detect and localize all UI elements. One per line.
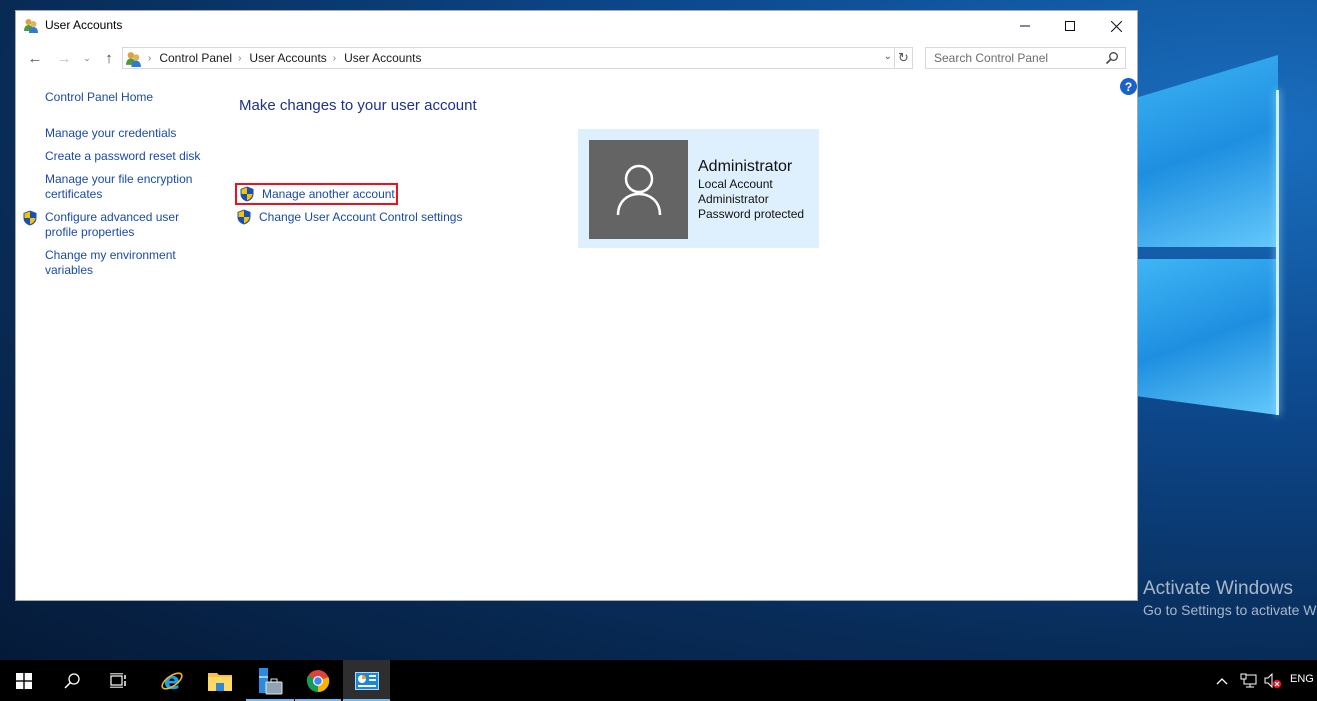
back-button[interactable]: ←: [25, 48, 45, 68]
forward-button[interactable]: →: [54, 48, 74, 68]
user-icon: [616, 164, 661, 215]
internet-explorer-button[interactable]: e: [148, 660, 195, 701]
show-hidden-icons-button[interactable]: [1216, 660, 1228, 701]
navigation-bar: ← → ⌄ ↑ › Control Panel › User Accounts …: [16, 45, 1137, 71]
folder-icon: [207, 672, 232, 691]
start-button[interactable]: [0, 660, 47, 701]
minimize-button[interactable]: [1002, 11, 1048, 41]
uac-settings-link[interactable]: Change User Account Control settings: [259, 210, 462, 225]
account-type: Local Account: [698, 177, 773, 191]
wallpaper-pane: [1138, 259, 1278, 415]
chevron-right-icon[interactable]: ›: [333, 53, 336, 64]
breadcrumb-control-panel[interactable]: Control Panel: [159, 51, 232, 65]
title-bar[interactable]: User Accounts: [16, 11, 1137, 41]
watermark-title: Activate Windows: [1143, 578, 1293, 599]
address-bar[interactable]: › Control Panel › User Accounts › User A…: [122, 47, 913, 69]
close-button[interactable]: [1093, 11, 1139, 41]
account-role: Administrator: [698, 192, 769, 206]
file-explorer-button[interactable]: [196, 660, 243, 701]
refresh-button[interactable]: ↻: [894, 48, 912, 68]
uac-shield-icon: [237, 209, 251, 225]
avatar: [589, 140, 688, 239]
server-manager-button[interactable]: [246, 660, 294, 701]
wallpaper-pane: [1138, 55, 1278, 247]
manage-another-account-link[interactable]: Manage another account: [262, 187, 395, 202]
control-panel-button[interactable]: [343, 660, 390, 701]
uac-shield-icon: [240, 186, 254, 202]
sidebar-item-password-reset-disk[interactable]: Create a password reset disk: [45, 149, 215, 164]
address-dropdown-icon[interactable]: ⌄: [884, 51, 892, 62]
breadcrumb-user-accounts-current[interactable]: User Accounts: [344, 51, 421, 65]
task-view-button[interactable]: [95, 660, 142, 701]
sidebar-item-environment-variables[interactable]: Change my environment variables: [45, 248, 195, 278]
sidebar-item-file-encryption-certificates[interactable]: Manage your file encryption certificates: [45, 172, 205, 202]
window-title: User Accounts: [45, 18, 123, 32]
maximize-icon: [1065, 21, 1075, 31]
page-heading: Make changes to your user account: [239, 97, 477, 114]
server-manager-icon: [259, 667, 283, 694]
search-button[interactable]: [48, 660, 95, 701]
user-accounts-icon: [126, 51, 141, 67]
help-icon[interactable]: ?: [1120, 78, 1137, 95]
close-icon: [1110, 20, 1122, 32]
arrow-left-icon: ←: [27, 49, 43, 67]
up-button[interactable]: ↑: [100, 48, 118, 68]
search-input[interactable]: [934, 51, 1104, 65]
control-panel-icon: [354, 671, 379, 690]
watermark-subtitle: Go to Settings to activate Windows.: [1143, 602, 1317, 618]
sidebar-item-manage-credentials[interactable]: Manage your credentials: [45, 126, 215, 141]
maximize-button[interactable]: [1047, 11, 1093, 41]
chevron-right-icon[interactable]: ›: [148, 53, 151, 64]
taskbar: e ENG: [0, 660, 1317, 701]
search-icon[interactable]: [1105, 51, 1119, 65]
uac-shield-icon: [23, 210, 37, 226]
arrow-right-icon: →: [56, 49, 72, 67]
network-icon: [1240, 673, 1257, 688]
account-name: Administrator: [698, 158, 793, 175]
user-accounts-icon: [24, 19, 38, 33]
account-card: Administrator Local Account Administrato…: [578, 129, 819, 248]
manage-another-account-task[interactable]: Manage another account: [235, 183, 398, 205]
windows-logo-icon: [15, 672, 32, 689]
user-accounts-window: User Accounts ← → ⌄ ↑ › Control Panel › …: [15, 10, 1138, 601]
task-view-icon: [110, 673, 126, 688]
arrow-up-icon: ↑: [105, 49, 113, 67]
sidebar-item-advanced-user-profile[interactable]: Configure advanced user profile properti…: [45, 210, 195, 240]
chevron-up-icon: [1216, 677, 1228, 684]
refresh-icon: ↻: [898, 50, 909, 65]
search-box[interactable]: [925, 47, 1126, 69]
chrome-button[interactable]: [295, 660, 341, 701]
language-indicator[interactable]: ENG: [1290, 673, 1314, 685]
network-button[interactable]: [1240, 660, 1257, 701]
search-icon: [63, 672, 80, 689]
control-panel-home-link[interactable]: Control Panel Home: [45, 90, 215, 105]
internet-explorer-icon: e: [160, 669, 183, 693]
activate-windows-watermark: Activate Windows Go to Settings to activ…: [1143, 578, 1317, 620]
account-info: Administrator Local Account Administrato…: [698, 157, 804, 222]
wallpaper-glow: [1276, 90, 1279, 415]
chevron-down-icon: ⌄: [83, 52, 91, 63]
chrome-icon: [306, 669, 330, 692]
volume-muted-icon: [1264, 672, 1282, 688]
volume-button[interactable]: [1264, 660, 1282, 701]
account-status: Password protected: [698, 207, 805, 221]
chevron-right-icon[interactable]: ›: [238, 53, 241, 64]
breadcrumb-user-accounts[interactable]: User Accounts: [249, 51, 326, 65]
recent-locations-button[interactable]: ⌄: [80, 48, 94, 68]
minimize-icon: [1020, 25, 1030, 27]
uac-settings-task[interactable]: Change User Account Control settings: [236, 207, 462, 227]
